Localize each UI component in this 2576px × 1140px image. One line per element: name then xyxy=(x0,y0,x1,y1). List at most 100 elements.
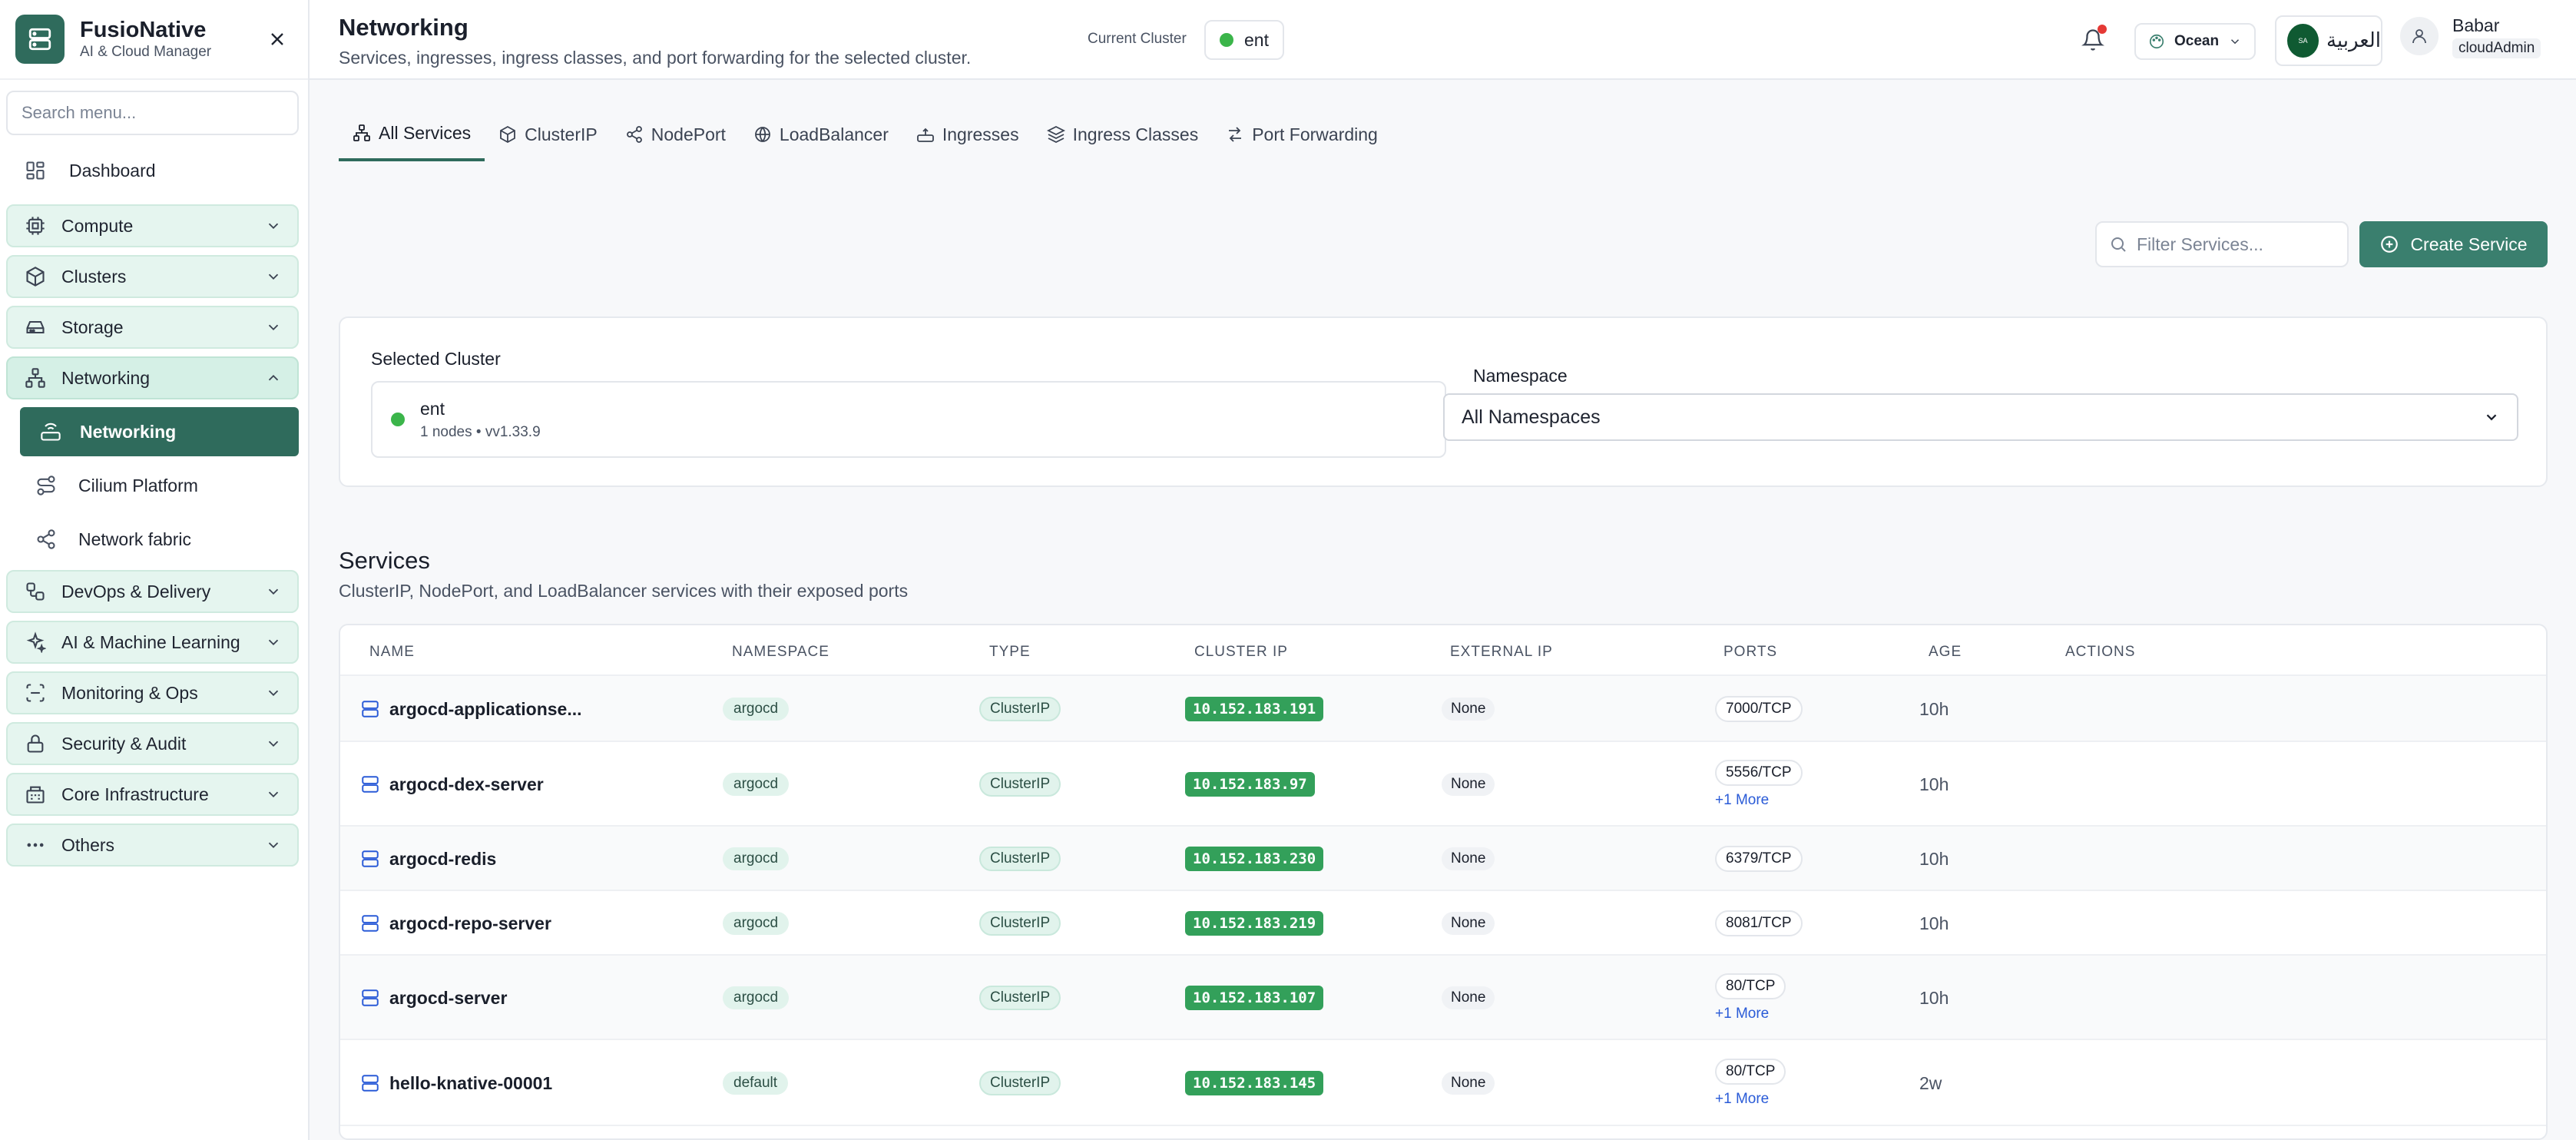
sidebar-item-dashboard[interactable]: Dashboard xyxy=(6,149,299,192)
scan-icon xyxy=(26,684,45,702)
tab-label: Ingress Classes xyxy=(1072,124,1199,144)
cube-icon xyxy=(500,125,516,144)
service-name-cell[interactable]: argocd-applicationse... xyxy=(360,676,582,742)
current-cluster-label: Current Cluster xyxy=(1088,31,1187,47)
user-menu[interactable]: Babar cloudAdmin xyxy=(2400,14,2541,58)
status-dot xyxy=(1220,33,1233,47)
create-service-button[interactable]: Create Service xyxy=(2359,221,2548,267)
current-cluster-selector[interactable]: ent xyxy=(1204,20,1284,60)
port-badge: 8081/TCP xyxy=(1715,910,1803,936)
brand-header: FusioNative AI & Cloud Manager xyxy=(0,0,308,80)
selected-cluster-label: Selected Cluster xyxy=(371,349,501,369)
tab-loadbalancer[interactable]: LoadBalancer xyxy=(740,108,902,161)
external-ip-badge: None xyxy=(1442,698,1495,721)
external-ip-badge: None xyxy=(1442,986,1495,1009)
sidebar-group-networking[interactable]: Networking xyxy=(6,356,299,399)
layers-icon xyxy=(1046,125,1065,144)
age-value: 10h xyxy=(1919,774,1949,794)
sidebar-subitem-networking[interactable]: Networking xyxy=(20,407,299,456)
sidebar-group-clusters[interactable]: Clusters xyxy=(6,255,299,298)
port-badge: 6379/TCP xyxy=(1715,846,1803,872)
sidebar-group-compute[interactable]: Compute xyxy=(6,204,299,247)
cluster-ip-badge: 10.152.183.191 xyxy=(1185,697,1324,721)
type-badge: ClusterIP xyxy=(979,697,1061,721)
service-name-cell[interactable]: argocd-repo-server xyxy=(360,891,551,956)
server-icon xyxy=(360,849,380,869)
server-icon xyxy=(360,988,380,1008)
chevron-down-icon xyxy=(2486,414,2497,421)
tab-port-forwarding[interactable]: Port Forwarding xyxy=(1212,108,1392,161)
app-subtitle: AI & Cloud Manager xyxy=(80,44,212,60)
external-ip-badge: None xyxy=(1442,1072,1495,1095)
sidebar-group-security[interactable]: Security & Audit xyxy=(6,722,299,765)
service-name: argocd-dex-server xyxy=(389,774,544,794)
table-row: hello-knative-00001 default ClusterIP 10.15… xyxy=(340,1040,2546,1126)
service-name-cell[interactable]: argocd-server xyxy=(360,956,507,1040)
tab-nodeport[interactable]: NodePort xyxy=(611,108,740,161)
more-ports-link[interactable]: +1 More xyxy=(1715,1091,1769,1108)
sidebar-group-core-infrastructure[interactable]: Core Infrastructure xyxy=(6,773,299,816)
saudi-flag-icon: SA xyxy=(2287,24,2319,58)
port-badge: 7000/TCP xyxy=(1715,696,1803,722)
filter-services-input[interactable] xyxy=(2137,234,2336,255)
service-name: argocd-applicationse... xyxy=(389,698,582,719)
sidebar-group-label: DevOps & Delivery xyxy=(61,581,211,601)
port-badge: 80/TCP xyxy=(1715,1059,1786,1085)
sidebar-group-ai-ml[interactable]: AI & Machine Learning xyxy=(6,621,299,664)
external-ip-badge: None xyxy=(1442,773,1495,796)
networking-tabs: All Services ClusterIP NodePort LoadBala… xyxy=(339,108,1392,161)
sidebar-group-storage[interactable]: Storage xyxy=(6,306,299,349)
service-name-cell[interactable]: argocd-dex-server xyxy=(360,742,544,827)
chevron-down-icon xyxy=(268,741,279,747)
search-menu-input[interactable] xyxy=(6,91,299,135)
tab-ingress-classes[interactable]: Ingress Classes xyxy=(1033,108,1213,161)
tab-clusterip[interactable]: ClusterIP xyxy=(485,108,611,161)
namespace-label: Namespace xyxy=(1473,366,1568,386)
type-badge: ClusterIP xyxy=(979,847,1061,871)
filter-services[interactable] xyxy=(2095,221,2349,267)
age-value: 10h xyxy=(1919,913,1949,933)
tab-ingresses[interactable]: Ingresses xyxy=(902,108,1033,161)
cube-icon xyxy=(26,267,45,287)
table-header: NAME NAMESPACE TYPE CLUSTER IP EXTERNAL … xyxy=(340,625,2546,676)
selected-cluster-box[interactable]: ent 1 nodes • vv1.33.9 xyxy=(371,381,1446,458)
notifications-button[interactable] xyxy=(2076,23,2110,57)
close-sidebar-button[interactable] xyxy=(262,24,293,55)
sidebar-group-label: Compute xyxy=(61,215,134,236)
more-ports-link[interactable]: +1 More xyxy=(1715,792,1769,809)
theme-selector[interactable]: Ocean xyxy=(2134,23,2256,60)
sidebar-group-devops[interactable]: DevOps & Delivery xyxy=(6,570,299,613)
cluster-ip-badge: 10.152.183.230 xyxy=(1185,847,1324,871)
close-icon xyxy=(271,33,283,45)
service-name: argocd-server xyxy=(389,987,508,1008)
workflow-icon xyxy=(26,582,45,601)
building-icon xyxy=(26,786,45,804)
tab-label: Ingresses xyxy=(942,124,1019,144)
sidebar-subitem-cilium-platform[interactable]: Cilium Platform xyxy=(20,462,299,509)
port-badge: 80/TCP xyxy=(1715,973,1786,999)
sidebar-subitem-label: Cilium Platform xyxy=(78,475,198,495)
sidebar: FusioNative AI & Cloud Manager Dashboard… xyxy=(0,0,310,1140)
table-row: argocd-repo-server argocd ClusterIP 10.152.… xyxy=(340,891,2546,956)
column-header: CLUSTER IP xyxy=(1194,644,1288,660)
sidebar-group-others[interactable]: Others xyxy=(6,824,299,867)
namespace-badge: argocd xyxy=(723,912,790,935)
user-role: cloudAdmin xyxy=(2452,38,2541,58)
age-value: 2w xyxy=(1919,1072,1942,1093)
service-name-cell[interactable]: hello-knative-00001 xyxy=(360,1040,552,1126)
selected-cluster-meta: 1 nodes • vv1.33.9 xyxy=(420,423,541,440)
namespace-select[interactable]: All Namespaces xyxy=(1443,393,2518,441)
sidebar-subitem-network-fabric[interactable]: Network fabric xyxy=(20,516,299,562)
service-name-cell[interactable]: argocd-redis xyxy=(360,827,496,891)
notification-badge xyxy=(2098,25,2107,34)
cpu-icon xyxy=(26,217,45,235)
column-header: TYPE xyxy=(989,644,1031,660)
chevron-down-icon xyxy=(268,324,279,331)
more-ports-link[interactable]: +1 More xyxy=(1715,1006,1769,1022)
type-badge: ClusterIP xyxy=(979,1071,1061,1095)
sidebar-group-monitoring[interactable]: Monitoring & Ops xyxy=(6,671,299,714)
language-selector[interactable]: SA العربية xyxy=(2275,15,2382,66)
column-header: EXTERNAL IP xyxy=(1450,644,1553,660)
namespace-badge: argocd xyxy=(723,847,790,870)
tab-all-services[interactable]: All Services xyxy=(339,108,485,161)
